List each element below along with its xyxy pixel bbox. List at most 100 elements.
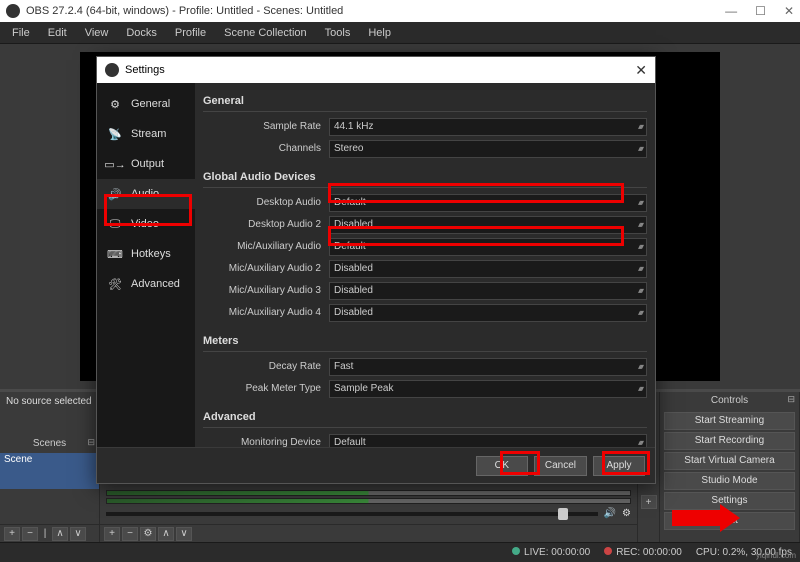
label-mic-aux4: Mic/Auxiliary Audio 4 [203, 307, 329, 318]
menu-view[interactable]: View [77, 25, 117, 41]
arrow-to-settings [672, 510, 720, 526]
label-peak-meter-type: Peak Meter Type [203, 383, 329, 394]
scenes-header: Scenes [0, 435, 99, 453]
chevron-updown-icon: ▴▾ [638, 286, 642, 295]
keyboard-icon: ⌨ [107, 246, 123, 262]
sidebar-item-hotkeys[interactable]: ⌨Hotkeys [97, 239, 195, 269]
apply-button[interactable]: Apply [593, 456, 645, 476]
menu-scene-collection[interactable]: Scene Collection [216, 25, 315, 41]
menu-edit[interactable]: Edit [40, 25, 75, 41]
ok-button[interactable]: OK [476, 456, 528, 476]
maximize-icon[interactable]: ☐ [755, 4, 766, 18]
label-desktop-audio: Desktop Audio [203, 197, 329, 208]
menu-tools[interactable]: Tools [317, 25, 359, 41]
antenna-icon: 📡 [107, 126, 123, 142]
sidebar-item-label: Audio [131, 188, 159, 200]
combo-value: Stereo [334, 143, 363, 154]
sidebar-item-general[interactable]: ⚙General [97, 89, 195, 119]
chevron-updown-icon: ▴▾ [638, 198, 642, 207]
source-up-button[interactable]: ∧ [158, 527, 174, 541]
combo-value: Default [334, 241, 366, 252]
desktop-audio2-combo[interactable]: Disabled▴▾ [329, 216, 647, 234]
chevron-updown-icon: ▴▾ [638, 362, 642, 371]
menu-help[interactable]: Help [360, 25, 399, 41]
start-virtual-camera-button[interactable]: Start Virtual Camera [664, 452, 795, 470]
scene-item[interactable]: Scene [0, 453, 99, 490]
combo-value: Disabled [334, 307, 373, 318]
settings-content: General Sample Rate44.1 kHz▴▾ ChannelsSt… [195, 83, 655, 447]
sidebar-item-label: Video [131, 218, 159, 230]
chevron-updown-icon: ▴▾ [638, 308, 642, 317]
studio-mode-button[interactable]: Studio Mode [664, 472, 795, 490]
sidebar-item-output[interactable]: ▭→Output [97, 149, 195, 179]
add-source-button[interactable]: + [104, 527, 120, 541]
remove-source-button[interactable]: − [122, 527, 138, 541]
source-down-button[interactable]: ∨ [176, 527, 192, 541]
volume-slider[interactable] [106, 512, 598, 516]
combo-value: Default [334, 197, 366, 208]
mic-aux2-combo[interactable]: Disabled▴▾ [329, 260, 647, 278]
sidebar-item-label: General [131, 98, 170, 110]
scene-menu-divider: | [40, 527, 50, 541]
monitoring-device-combo[interactable]: Default▴▾ [329, 434, 647, 448]
watermark: yiqindl.com [756, 551, 796, 560]
mic-aux4-combo[interactable]: Disabled ▴▾ [329, 304, 647, 322]
close-icon[interactable]: ✕ [784, 4, 794, 18]
label-desktop-audio2: Desktop Audio 2 [203, 219, 329, 230]
combo-value: Disabled [334, 263, 373, 274]
menu-file[interactable]: File [4, 25, 38, 41]
chevron-updown-icon: ▴▾ [638, 122, 642, 131]
transition-add-button[interactable]: + [641, 495, 657, 509]
remove-scene-button[interactable]: − [22, 527, 38, 541]
group-global-audio: Global Audio Devices [203, 167, 647, 188]
menu-docks[interactable]: Docks [118, 25, 165, 41]
decay-rate-combo[interactable]: Fast▴▾ [329, 358, 647, 376]
sidebar-item-label: Advanced [131, 278, 180, 290]
tools-icon: 🛠 [107, 276, 123, 292]
label-monitoring-device: Monitoring Device [203, 437, 329, 447]
dialog-titlebar: Settings ✕ [97, 57, 655, 83]
start-streaming-button[interactable]: Start Streaming [664, 412, 795, 430]
scene-up-button[interactable]: ∧ [52, 527, 68, 541]
combo-value: Disabled [334, 285, 373, 296]
sample-rate-combo[interactable]: 44.1 kHz ▴▾ [329, 118, 647, 136]
minimize-icon[interactable]: — [725, 4, 737, 18]
add-scene-button[interactable]: + [4, 527, 20, 541]
mic-aux-combo[interactable]: Default ▴▾ [329, 238, 647, 256]
obs-logo-icon [6, 4, 20, 18]
sidebar-item-stream[interactable]: 📡 Stream [97, 119, 195, 149]
label-decay-rate: Decay Rate [203, 361, 329, 372]
audio-meter [106, 490, 631, 496]
combo-value: Sample Peak [334, 383, 393, 394]
start-recording-button[interactable]: Start Recording [664, 432, 795, 450]
audio-meter [106, 498, 631, 504]
combo-value: Disabled [334, 219, 373, 230]
group-advanced: Advanced [203, 407, 647, 428]
sidebar-item-advanced[interactable]: 🛠 Advanced [97, 269, 195, 299]
settings-dialog: Settings ✕ ⚙General 📡 Stream ▭→Output 🔊Au… [96, 56, 656, 484]
chevron-updown-icon: ▴▾ [638, 384, 642, 393]
dialog-close-button[interactable]: ✕ [635, 62, 647, 79]
speaker-icon[interactable]: 🔊 [604, 508, 616, 519]
rec-dot-icon [604, 547, 612, 555]
peak-meter-type-combo[interactable]: Sample Peak ▴▾ [329, 380, 647, 398]
chevron-updown-icon: ▴▾ [638, 438, 642, 447]
menu-profile[interactable]: Profile [167, 25, 214, 41]
desktop-audio-combo[interactable]: Default ▴▾ [329, 194, 647, 212]
sidebar-item-label: Output [131, 158, 164, 170]
channels-combo[interactable]: Stereo ▴▾ [329, 140, 647, 158]
sidebar-item-video[interactable]: 🖵Video [97, 209, 195, 239]
chevron-updown-icon: ▴▾ [638, 144, 642, 153]
window-titlebar: OBS 27.2.4 (64-bit, windows) - Profile: … [0, 0, 800, 22]
combo-value: 44.1 kHz [334, 121, 373, 132]
cancel-button[interactable]: Cancel [534, 456, 587, 476]
gear-icon[interactable]: ⚙ [622, 508, 631, 519]
sidebar-item-label: Stream [131, 128, 166, 140]
live-dot-icon [512, 547, 520, 555]
chevron-updown-icon: ▴▾ [638, 242, 642, 251]
mic-aux3-combo[interactable]: Disabled ▴▾ [329, 282, 647, 300]
sidebar-item-audio[interactable]: 🔊Audio [97, 179, 195, 209]
label-channels: Channels [203, 143, 329, 154]
source-props-button[interactable]: ⚙ [140, 527, 156, 541]
scene-down-button[interactable]: ∨ [70, 527, 86, 541]
